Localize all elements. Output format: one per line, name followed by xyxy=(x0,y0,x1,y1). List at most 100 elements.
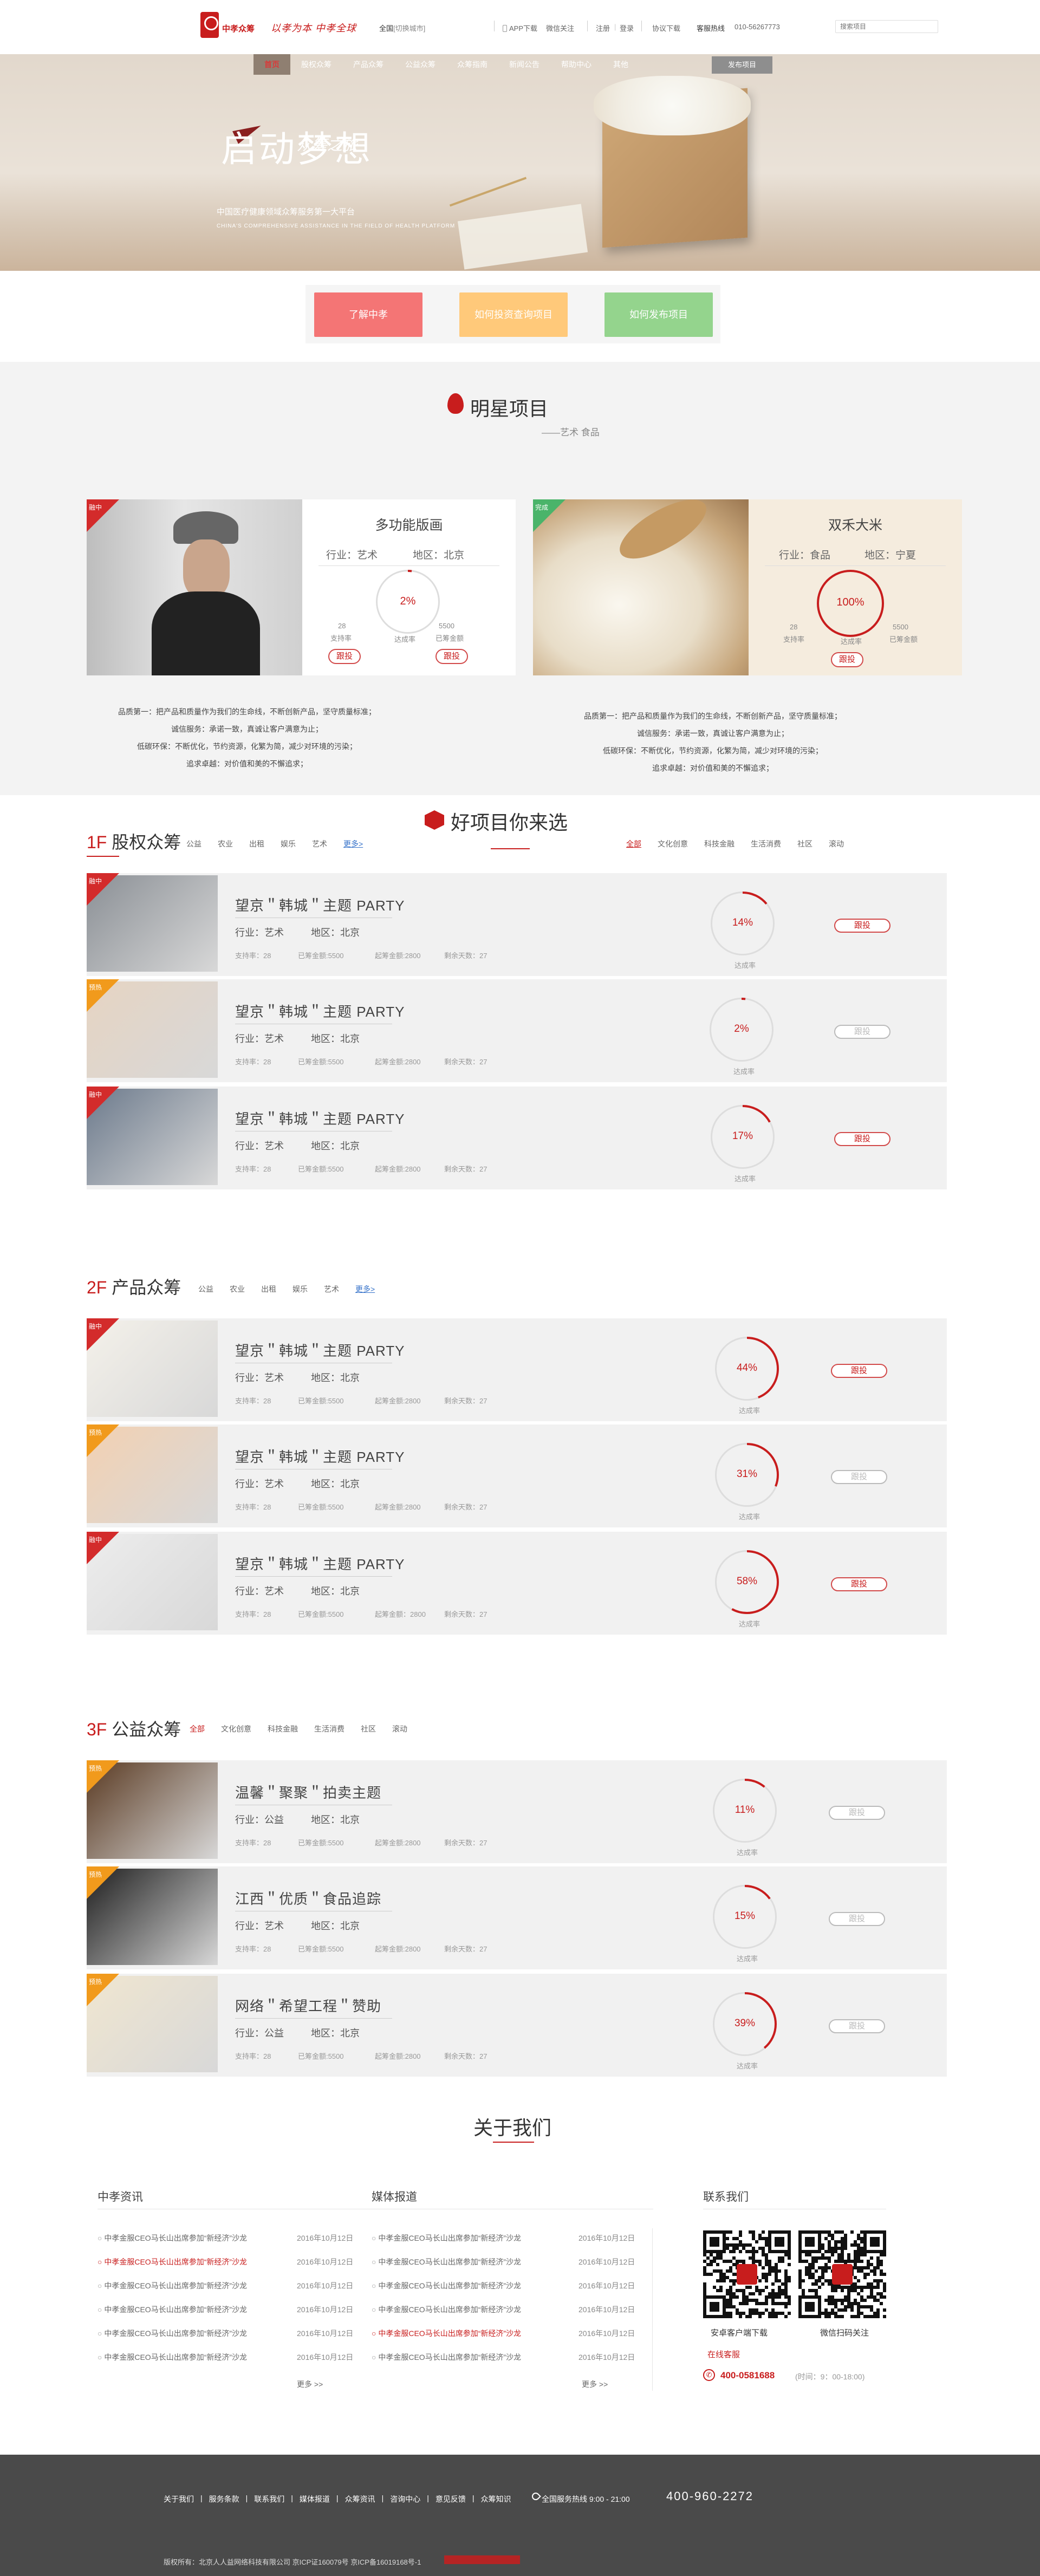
follow-invest-button[interactable]: 跟投 xyxy=(834,1132,890,1146)
floor-tab[interactable]: 农业 xyxy=(230,1284,245,1294)
nav-item-news[interactable]: 新闻公告 xyxy=(498,54,550,75)
media-more-link[interactable]: 更多 >> xyxy=(582,2379,608,2390)
project-row[interactable]: 预热 望京＂韩城＂主题 PARTY 行业：艺术 地区：北京 支持率：28 已筹金… xyxy=(87,1424,947,1528)
project-row[interactable]: 预热 望京＂韩城＂主题 PARTY 行业：艺术 地区：北京 支持率：28 已筹金… xyxy=(87,979,947,1083)
login-link[interactable]: 登录 xyxy=(620,23,634,33)
footer-link[interactable]: 联系我们 xyxy=(254,2494,284,2505)
footer-link[interactable]: 关于我们 xyxy=(164,2494,194,2505)
project-name[interactable]: 望京＂韩城＂主题 PARTY xyxy=(235,895,405,915)
news-item[interactable]: ○ 中孝金服CEO马长山出席参加“新经济”沙龙 xyxy=(98,2304,247,2315)
app-download-link[interactable]: APP下载 xyxy=(503,23,537,33)
project-name[interactable]: 多功能版画 xyxy=(302,515,516,534)
project-name[interactable]: 望京＂韩城＂主题 PARTY xyxy=(235,1553,405,1573)
register-link[interactable]: 注册 xyxy=(596,23,610,33)
city-label[interactable]: 全国[切换城市] xyxy=(379,23,425,33)
follow-invest-button[interactable]: 跟投 xyxy=(834,1025,890,1039)
project-row[interactable]: 融中 望京＂韩城＂主题 PARTY 行业：艺术 地区：北京 支持率：28 已筹金… xyxy=(87,1532,947,1636)
publish-guide-button[interactable]: 如何发布项目 xyxy=(604,292,713,337)
follow-invest-button[interactable]: 跟投 xyxy=(829,1912,885,1926)
floor-tab[interactable]: 社区 xyxy=(361,1723,376,1734)
tab-tech[interactable]: 科技金融 xyxy=(704,838,734,849)
footer-link[interactable]: 众筹资讯 xyxy=(345,2494,375,2505)
publish-project-button[interactable]: 发布项目 xyxy=(712,56,772,74)
floor-tab[interactable]: 生活消费 xyxy=(314,1723,344,1734)
footer-link[interactable]: 意见反馈 xyxy=(435,2494,466,2505)
wechat-qr-code[interactable] xyxy=(798,2230,886,2318)
project-row[interactable]: 融中 望京＂韩城＂主题 PARTY 行业：艺术 地区：北京 支持率：28 已筹金… xyxy=(87,1318,947,1422)
nav-item-charity[interactable]: 公益众筹 xyxy=(394,54,446,75)
online-service-link[interactable]: 在线客服 xyxy=(707,2349,740,2360)
floor-tab[interactable]: 文化创意 xyxy=(221,1723,251,1734)
logo-seal-icon[interactable] xyxy=(200,12,219,38)
footer-link[interactable]: 咨询中心 xyxy=(390,2494,420,2505)
search-input[interactable] xyxy=(835,20,938,33)
media-item[interactable]: ○ 中孝金服CEO马长山出席参加“新经济”沙龙 xyxy=(372,2256,521,2267)
project-name[interactable]: 望京＂韩城＂主题 PARTY xyxy=(235,1340,405,1360)
star-card[interactable]: 融中 多功能版画 行业：艺术 地区：北京 2% 28 支持率 达成率 5500 … xyxy=(87,499,516,675)
project-row[interactable]: 预热 江西＂优质＂食品追踪 行业：艺术 地区：北京 支持率：28 已筹金额:55… xyxy=(87,1866,947,1970)
follow-invest-button[interactable]: 跟投 xyxy=(435,649,468,664)
tab-rolling[interactable]: 滚动 xyxy=(829,838,844,849)
about-button[interactable]: 了解中孝 xyxy=(314,292,422,337)
tab-culture[interactable]: 文化创意 xyxy=(658,838,688,849)
footer-link[interactable]: 服务条款 xyxy=(209,2494,239,2505)
android-qr-code[interactable] xyxy=(703,2230,791,2318)
brand-name[interactable]: 中孝众筹 xyxy=(222,23,255,34)
project-name[interactable]: 温馨＂聚聚＂拍卖主题 xyxy=(235,1782,381,1802)
project-row[interactable]: 融中 望京＂韩城＂主题 PARTY 行业：艺术 地区：北京 支持率：28 已筹金… xyxy=(87,873,947,977)
floor-tab[interactable]: 科技金融 xyxy=(268,1723,298,1734)
floor-tab[interactable]: 娱乐 xyxy=(292,1284,308,1294)
floor-tab[interactable]: 艺术 xyxy=(324,1284,339,1294)
tab-life[interactable]: 生活消费 xyxy=(751,838,781,849)
follow-invest-button[interactable]: 跟投 xyxy=(831,1470,887,1484)
follow-invest-button[interactable]: 跟投 xyxy=(834,919,890,933)
news-item[interactable]: ○ 中孝金服CEO马长山出席参加“新经济”沙龙 xyxy=(98,2352,247,2363)
follow-invest-button[interactable]: 跟投 xyxy=(831,1364,887,1378)
nav-item-guide[interactable]: 众筹指南 xyxy=(446,54,498,75)
follow-invest-button[interactable]: 跟投 xyxy=(829,1806,885,1820)
nav-item-equity[interactable]: 股权众筹 xyxy=(290,54,342,75)
project-name[interactable]: 望京＂韩城＂主题 PARTY xyxy=(235,1001,405,1021)
project-name[interactable]: 网络＂希望工程＂赞助 xyxy=(235,1995,381,2015)
news-more-link[interactable]: 更多 >> xyxy=(297,2379,323,2390)
project-row[interactable]: 融中 望京＂韩城＂主题 PARTY 行业：艺术 地区：北京 支持率：28 已筹金… xyxy=(87,1087,947,1191)
protocol-download-link[interactable]: 协议下载 xyxy=(652,23,680,33)
project-name[interactable]: 望京＂韩城＂主题 PARTY xyxy=(235,1446,405,1466)
city-switch-link[interactable]: [切换城市] xyxy=(393,24,425,32)
floor-tab[interactable]: 滚动 xyxy=(392,1723,407,1734)
follow-invest-button[interactable]: 跟投 xyxy=(831,1577,887,1591)
media-item[interactable]: ○ 中孝金服CEO马长山出席参加“新经济”沙龙 xyxy=(372,2233,521,2243)
floor-tab[interactable]: 公益 xyxy=(198,1284,213,1294)
nav-item-help[interactable]: 帮助中心 xyxy=(550,54,602,75)
media-item[interactable]: ○ 中孝金服CEO马长山出席参加“新经济”沙龙 xyxy=(372,2304,521,2315)
media-item[interactable]: ○ 中孝金服CEO马长山出席参加“新经济”沙龙 xyxy=(372,2328,521,2339)
footer-badge[interactable] xyxy=(444,2555,520,2564)
floor-tab[interactable]: 出租 xyxy=(261,1284,276,1294)
floor-tab[interactable]: 全部 xyxy=(190,1723,205,1734)
floor-tab[interactable]: 艺术 xyxy=(312,838,327,849)
nav-item-home[interactable]: 首页 xyxy=(253,54,290,75)
more-link[interactable]: 更多> xyxy=(343,838,363,849)
tab-community[interactable]: 社区 xyxy=(797,838,812,849)
follow-invest-button[interactable]: 跟投 xyxy=(328,649,361,664)
more-link[interactable]: 更多> xyxy=(355,1284,375,1294)
tab-all[interactable]: 全部 xyxy=(626,838,641,849)
follow-invest-button[interactable]: 跟投 xyxy=(829,2019,885,2033)
project-name[interactable]: 双禾大米 xyxy=(749,515,962,534)
footer-link[interactable]: 众筹知识 xyxy=(480,2494,511,2505)
project-name[interactable]: 望京＂韩城＂主题 PARTY xyxy=(235,1108,405,1128)
floor-tab[interactable]: 公益 xyxy=(186,838,202,849)
follow-invest-button[interactable]: 跟投 xyxy=(831,652,863,667)
project-name[interactable]: 江西＂优质＂食品追踪 xyxy=(235,1888,381,1908)
news-item[interactable]: ○ 中孝金服CEO马长山出席参加“新经济”沙龙 xyxy=(98,2280,247,2291)
invest-guide-button[interactable]: 如何投资查询项目 xyxy=(459,292,568,337)
project-row[interactable]: 预热 温馨＂聚聚＂拍卖主题 行业：公益 地区：北京 支持率：28 已筹金额:55… xyxy=(87,1760,947,1864)
wechat-follow-link[interactable]: 微信关注 xyxy=(546,23,574,33)
floor-tab[interactable]: 出租 xyxy=(249,838,264,849)
media-item[interactable]: ○ 中孝金服CEO马长山出席参加“新经济”沙龙 xyxy=(372,2352,521,2363)
news-item[interactable]: ○ 中孝金服CEO马长山出席参加“新经济”沙龙 xyxy=(98,2328,247,2339)
news-item[interactable]: ○ 中孝金服CEO马长山出席参加“新经济”沙龙 xyxy=(98,2233,247,2243)
news-item[interactable]: ○ 中孝金服CEO马长山出席参加“新经济”沙龙 xyxy=(98,2256,247,2267)
media-item[interactable]: ○ 中孝金服CEO马长山出席参加“新经济”沙龙 xyxy=(372,2280,521,2291)
star-card[interactable]: 完成 双禾大米 行业：食品 地区：宁夏 100% 28 支持率 达成率 5500… xyxy=(533,488,962,675)
